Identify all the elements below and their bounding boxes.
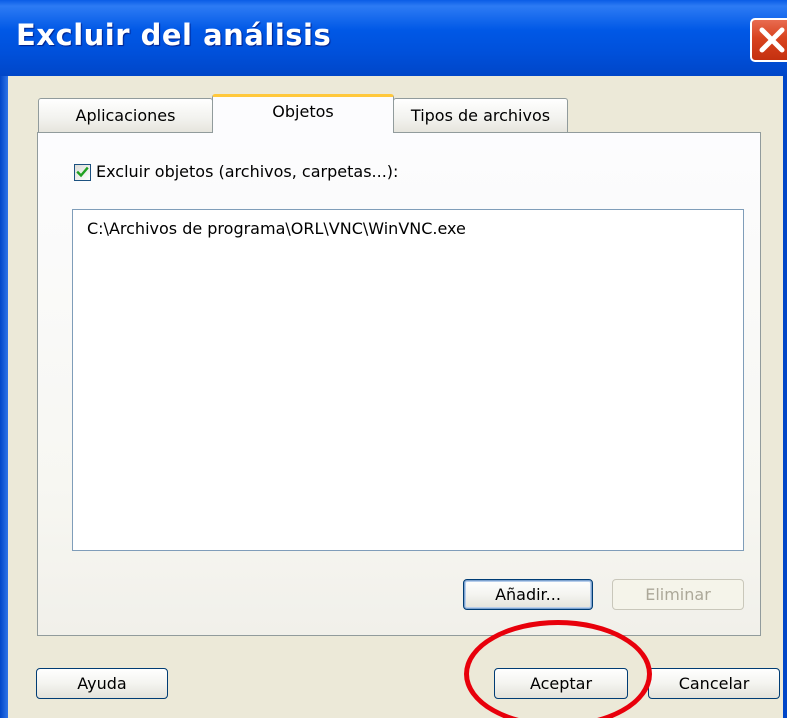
help-button[interactable]: Ayuda (36, 668, 168, 699)
close-icon (759, 27, 785, 53)
dialog-window: Excluir del análisis Aplicaciones Objeto… (0, 0, 787, 718)
exclude-objects-label[interactable]: Excluir objetos (archivos, carpetas...): (96, 162, 398, 181)
list-item[interactable]: C:\Archivos de programa\ORL\VNC\WinVNC.e… (87, 219, 466, 238)
tab-aplicaciones[interactable]: Aplicaciones (38, 98, 213, 132)
window-title: Excluir del análisis (16, 18, 332, 52)
window-frame-left (0, 76, 8, 718)
objects-tab-panel: Excluir objetos (archivos, carpetas...):… (37, 132, 761, 636)
ok-button[interactable]: Aceptar (494, 668, 628, 699)
tab-objetos[interactable]: Objetos (212, 94, 394, 133)
remove-button[interactable]: Eliminar (612, 579, 744, 610)
title-bar[interactable]: Excluir del análisis (0, 0, 787, 76)
excluded-objects-list[interactable]: C:\Archivos de programa\ORL\VNC\WinVNC.e… (72, 209, 744, 551)
close-button[interactable] (750, 18, 787, 62)
exclude-objects-checkbox[interactable] (74, 164, 91, 181)
cancel-button[interactable]: Cancelar (648, 668, 780, 699)
tab-tipos-de-archivos[interactable]: Tipos de archivos (393, 98, 568, 132)
window-frame-right (783, 76, 787, 718)
add-button[interactable]: Añadir... (463, 579, 593, 610)
checkmark-icon (76, 166, 89, 178)
tab-strip: Aplicaciones Objetos Tipos de archivos (0, 94, 787, 134)
